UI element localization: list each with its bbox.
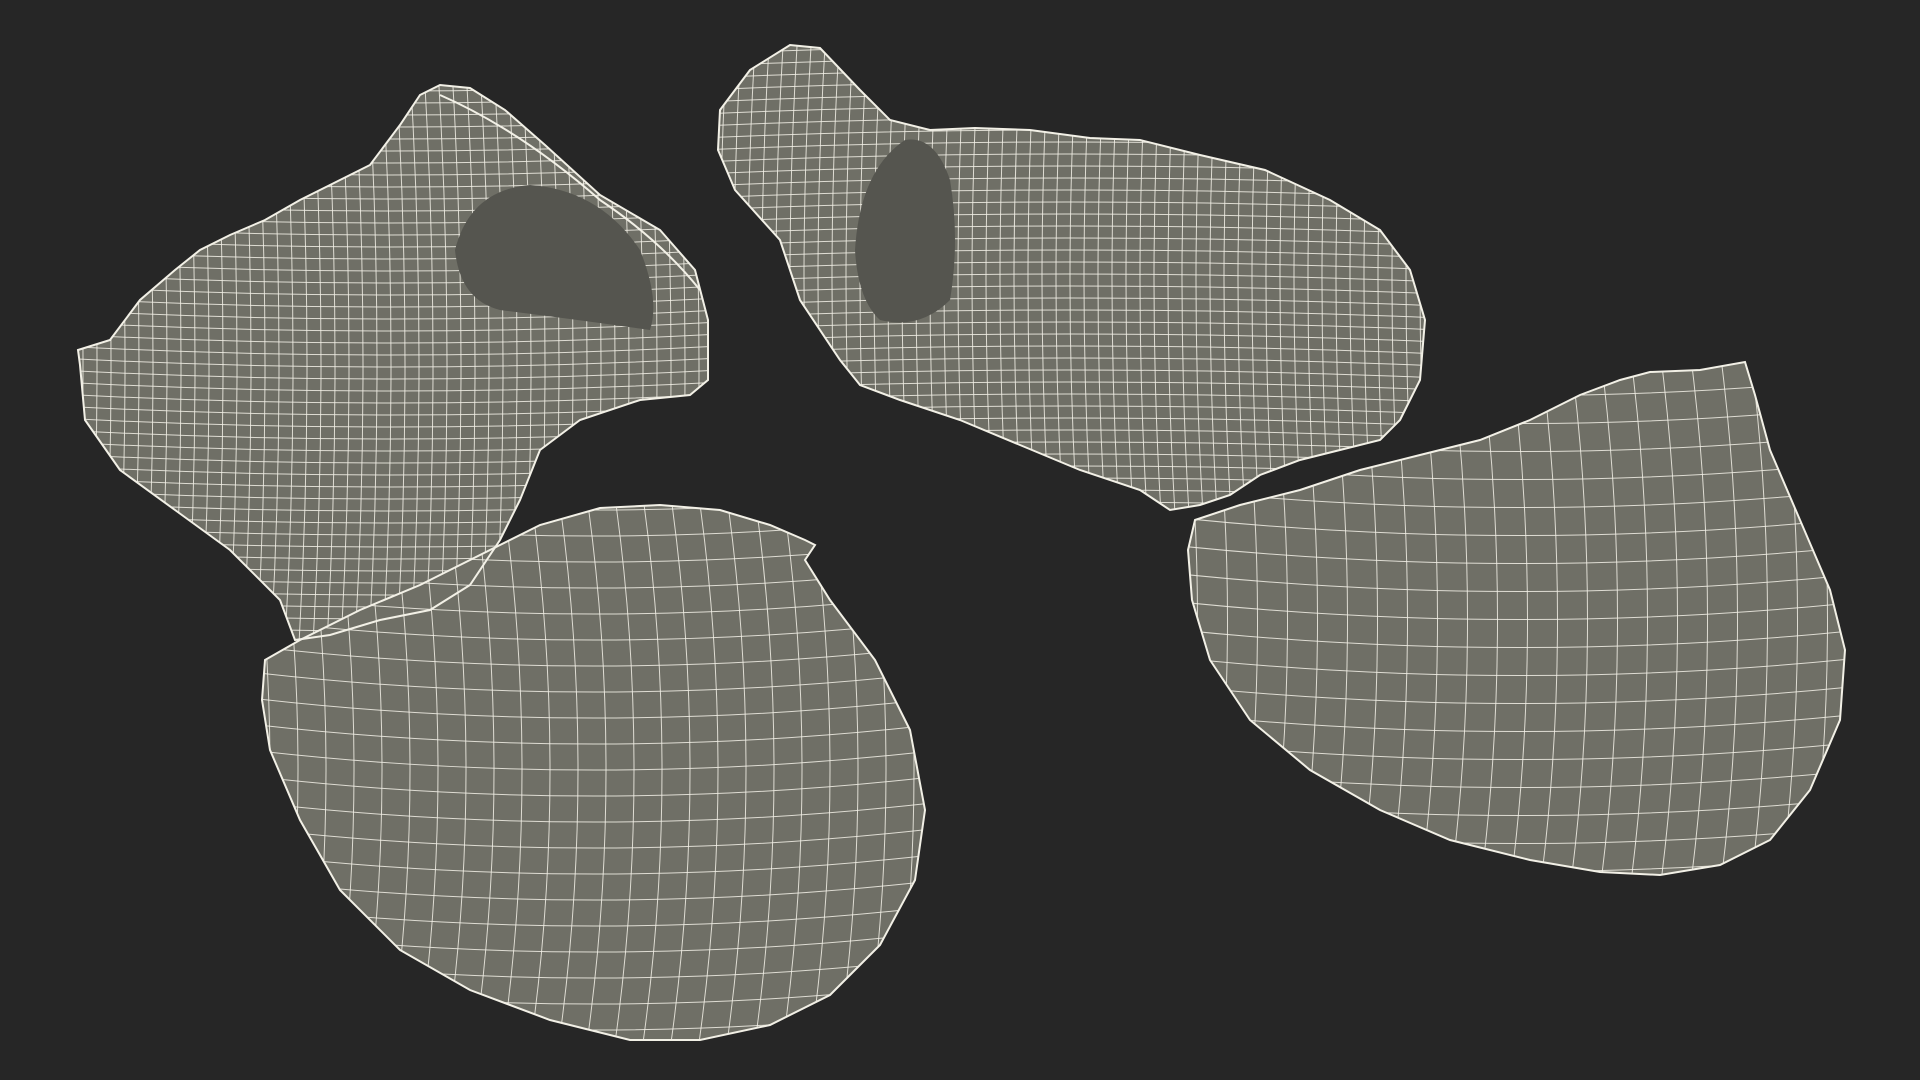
wireframe-render	[77, 44, 1846, 1041]
render-viewport	[0, 0, 1920, 1080]
